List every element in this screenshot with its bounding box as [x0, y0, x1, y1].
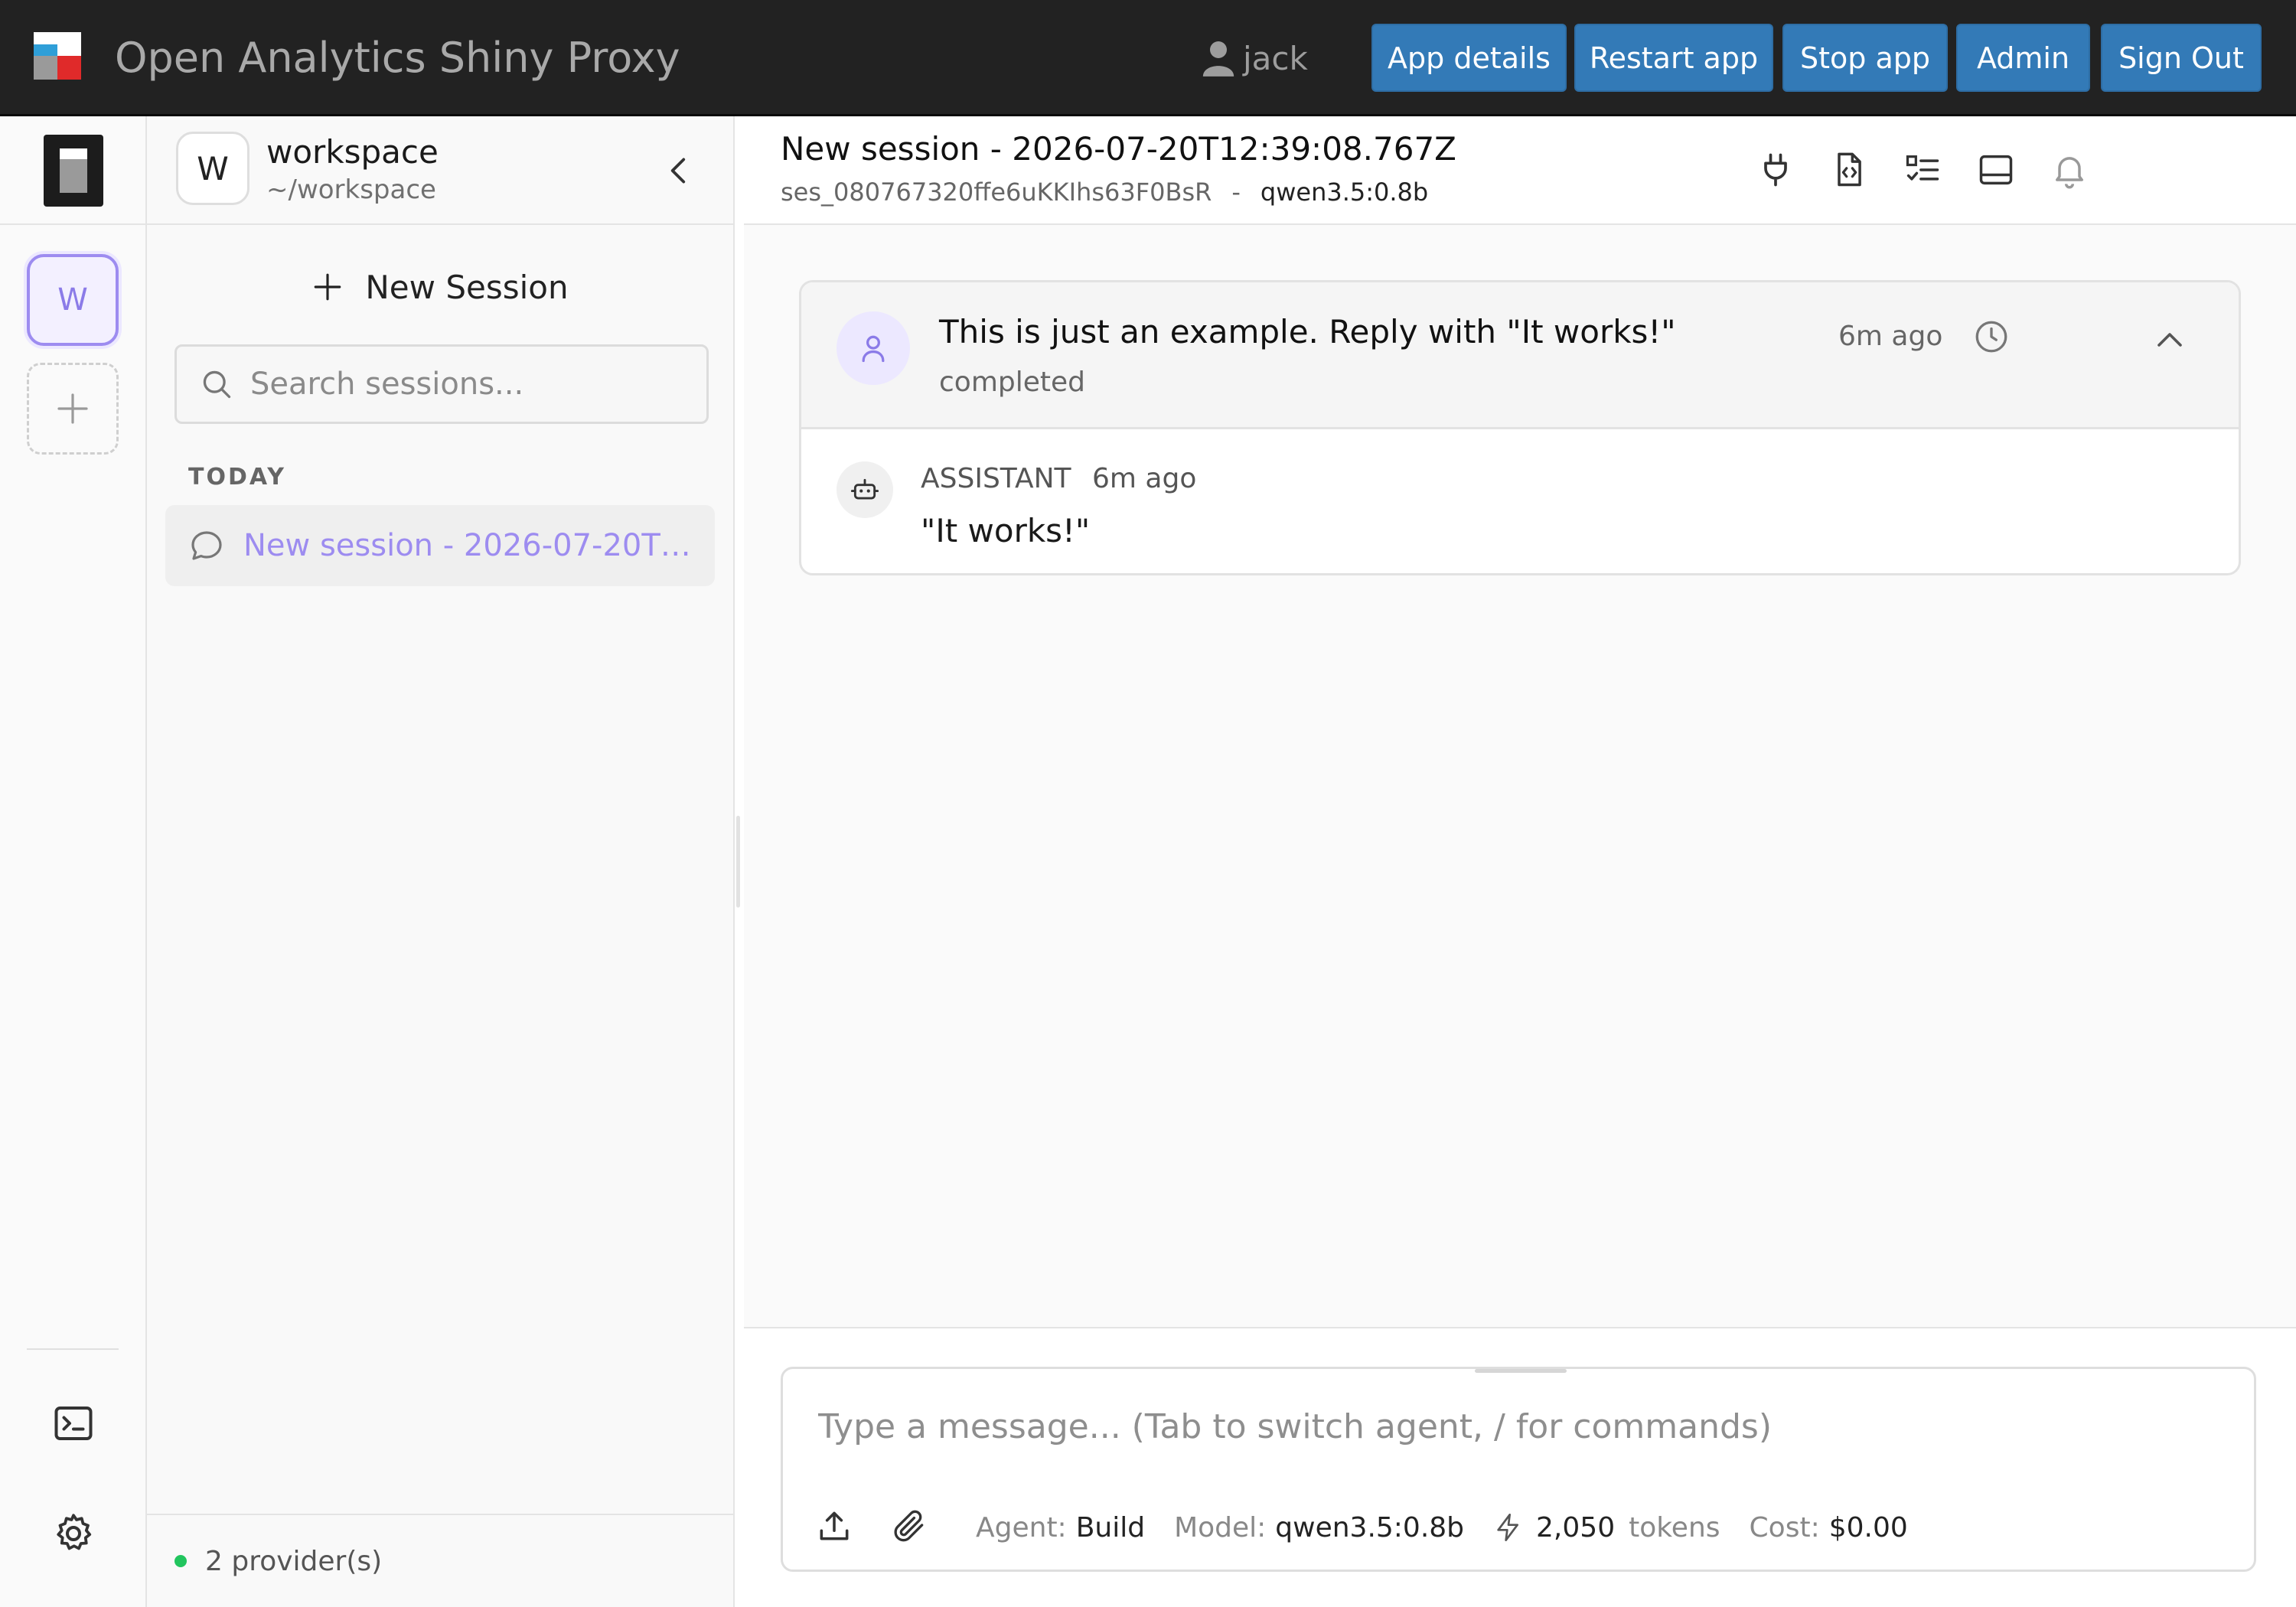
chevron-left-icon[interactable]	[660, 152, 698, 190]
rail-divider	[0, 223, 147, 225]
session-title: New session - 2026-07-20T1...	[243, 528, 695, 563]
user-message-text: This is just an example. Reply with "It …	[939, 313, 1676, 350]
token-count: 2,050	[1536, 1511, 1616, 1543]
assistant-time: 6m ago	[1092, 463, 1197, 494]
app-details-button[interactable]: App details	[1371, 24, 1567, 92]
user-avatar	[837, 311, 910, 385]
bell-icon[interactable]	[2050, 150, 2089, 190]
workspace-path: ~/workspace	[266, 174, 436, 205]
app-logo-icon[interactable]	[44, 135, 103, 207]
admin-button[interactable]: Admin	[1956, 24, 2090, 92]
model-label: Model:	[1174, 1511, 1267, 1543]
top-navbar: Open Analytics Shiny Proxy jack App deta…	[0, 0, 2296, 116]
restart-app-button[interactable]: Restart app	[1574, 24, 1773, 92]
message-exchange-card: This is just an example. Reply with "It …	[799, 280, 2241, 575]
search-input[interactable]	[250, 367, 679, 402]
new-session-label: New Session	[365, 268, 569, 306]
chat-bubble-icon	[191, 531, 222, 560]
user-icon	[1202, 41, 1234, 77]
add-workspace-button[interactable]	[27, 363, 119, 455]
brand-title[interactable]: Open Analytics Shiny Proxy	[115, 31, 680, 86]
workspace-rail: W	[0, 116, 147, 1607]
message-composer: Agent: Build Model: qwen3.5:0.8b 2,050 t…	[781, 1367, 2256, 1572]
workspace-switch-button[interactable]: W	[27, 254, 119, 346]
plug-icon[interactable]	[1756, 150, 1795, 190]
clock-icon[interactable]	[1972, 318, 2011, 356]
sign-out-button[interactable]: Sign Out	[2101, 24, 2262, 92]
composer-status-bar: Agent: Build Model: qwen3.5:0.8b 2,050 t…	[976, 1507, 1937, 1548]
provider-status: 2 provider(s)	[147, 1514, 733, 1607]
meta-separator: -	[1231, 178, 1241, 207]
panel-icon[interactable]	[1976, 150, 2016, 190]
paperclip-icon[interactable]	[890, 1507, 928, 1545]
robot-icon	[850, 478, 879, 500]
username: jack	[1243, 39, 1308, 77]
plus-icon	[315, 273, 341, 301]
user-message-time: 6m ago	[1838, 321, 1943, 352]
composer-resize-grip[interactable]	[1475, 1369, 1567, 1373]
user-indicator: jack	[1202, 34, 1308, 83]
agent-label: Agent:	[976, 1511, 1067, 1543]
user-message[interactable]: This is just an example. Reply with "It …	[801, 282, 2239, 429]
chevron-up-icon[interactable]	[2151, 322, 2188, 359]
agent-value[interactable]: Build	[1076, 1512, 1145, 1543]
user-message-status: completed	[939, 367, 1086, 398]
assistant-message-text: "It works!"	[921, 512, 1091, 549]
terminal-icon[interactable]	[51, 1400, 96, 1446]
cost-label: Cost:	[1749, 1511, 1820, 1543]
workspace-avatar: W	[176, 132, 249, 205]
checklist-icon[interactable]	[1903, 150, 1942, 190]
brand-logo-icon[interactable]	[34, 32, 81, 80]
rail-divider	[27, 1348, 119, 1350]
session-meta: ses_080767320ffe6uKKIhs63F0BsR - qwen3.5…	[781, 178, 1428, 207]
session-model: qwen3.5:0.8b	[1260, 178, 1429, 207]
assistant-role: ASSISTANT	[921, 463, 1071, 494]
new-session-button[interactable]: New Session	[147, 260, 733, 314]
session-title-heading: New session - 2026-07-20T12:39:08.767Z	[781, 130, 1456, 168]
search-box[interactable]	[174, 344, 709, 424]
session-id: ses_080767320ffe6uKKIhs63F0BsR	[781, 178, 1212, 207]
sessions-sidebar: W workspace ~/workspace New Session TODA…	[147, 116, 735, 1607]
stop-app-button[interactable]: Stop app	[1782, 24, 1948, 92]
tokens-label: tokens	[1629, 1511, 1720, 1543]
provider-count: 2 provider(s)	[205, 1545, 383, 1577]
search-icon	[203, 370, 231, 399]
gear-icon[interactable]	[51, 1511, 96, 1556]
model-value[interactable]: qwen3.5:0.8b	[1275, 1512, 1464, 1543]
cost-value: $0.00	[1828, 1511, 1908, 1543]
plus-icon	[57, 393, 88, 424]
user-icon	[862, 335, 885, 363]
session-group-label: TODAY	[188, 464, 286, 491]
session-header: New session - 2026-07-20T12:39:08.767Z s…	[744, 116, 2296, 225]
session-list-item[interactable]: New session - 2026-07-20T1...	[165, 505, 715, 586]
workspace-header: W workspace ~/workspace	[147, 116, 733, 225]
assistant-avatar	[837, 461, 893, 518]
message-input[interactable]	[818, 1407, 2211, 1446]
composer-area: Agent: Build Model: qwen3.5:0.8b 2,050 t…	[744, 1327, 2296, 1607]
sidebar-resize-handle[interactable]	[736, 816, 740, 908]
upload-icon[interactable]	[815, 1507, 853, 1545]
lightning-icon	[1497, 1514, 1519, 1541]
file-code-icon[interactable]	[1829, 150, 1869, 190]
status-dot-icon	[174, 1555, 187, 1567]
workspace-name: workspace	[266, 133, 439, 171]
message-thread: This is just an example. Reply with "It …	[744, 225, 2296, 1327]
